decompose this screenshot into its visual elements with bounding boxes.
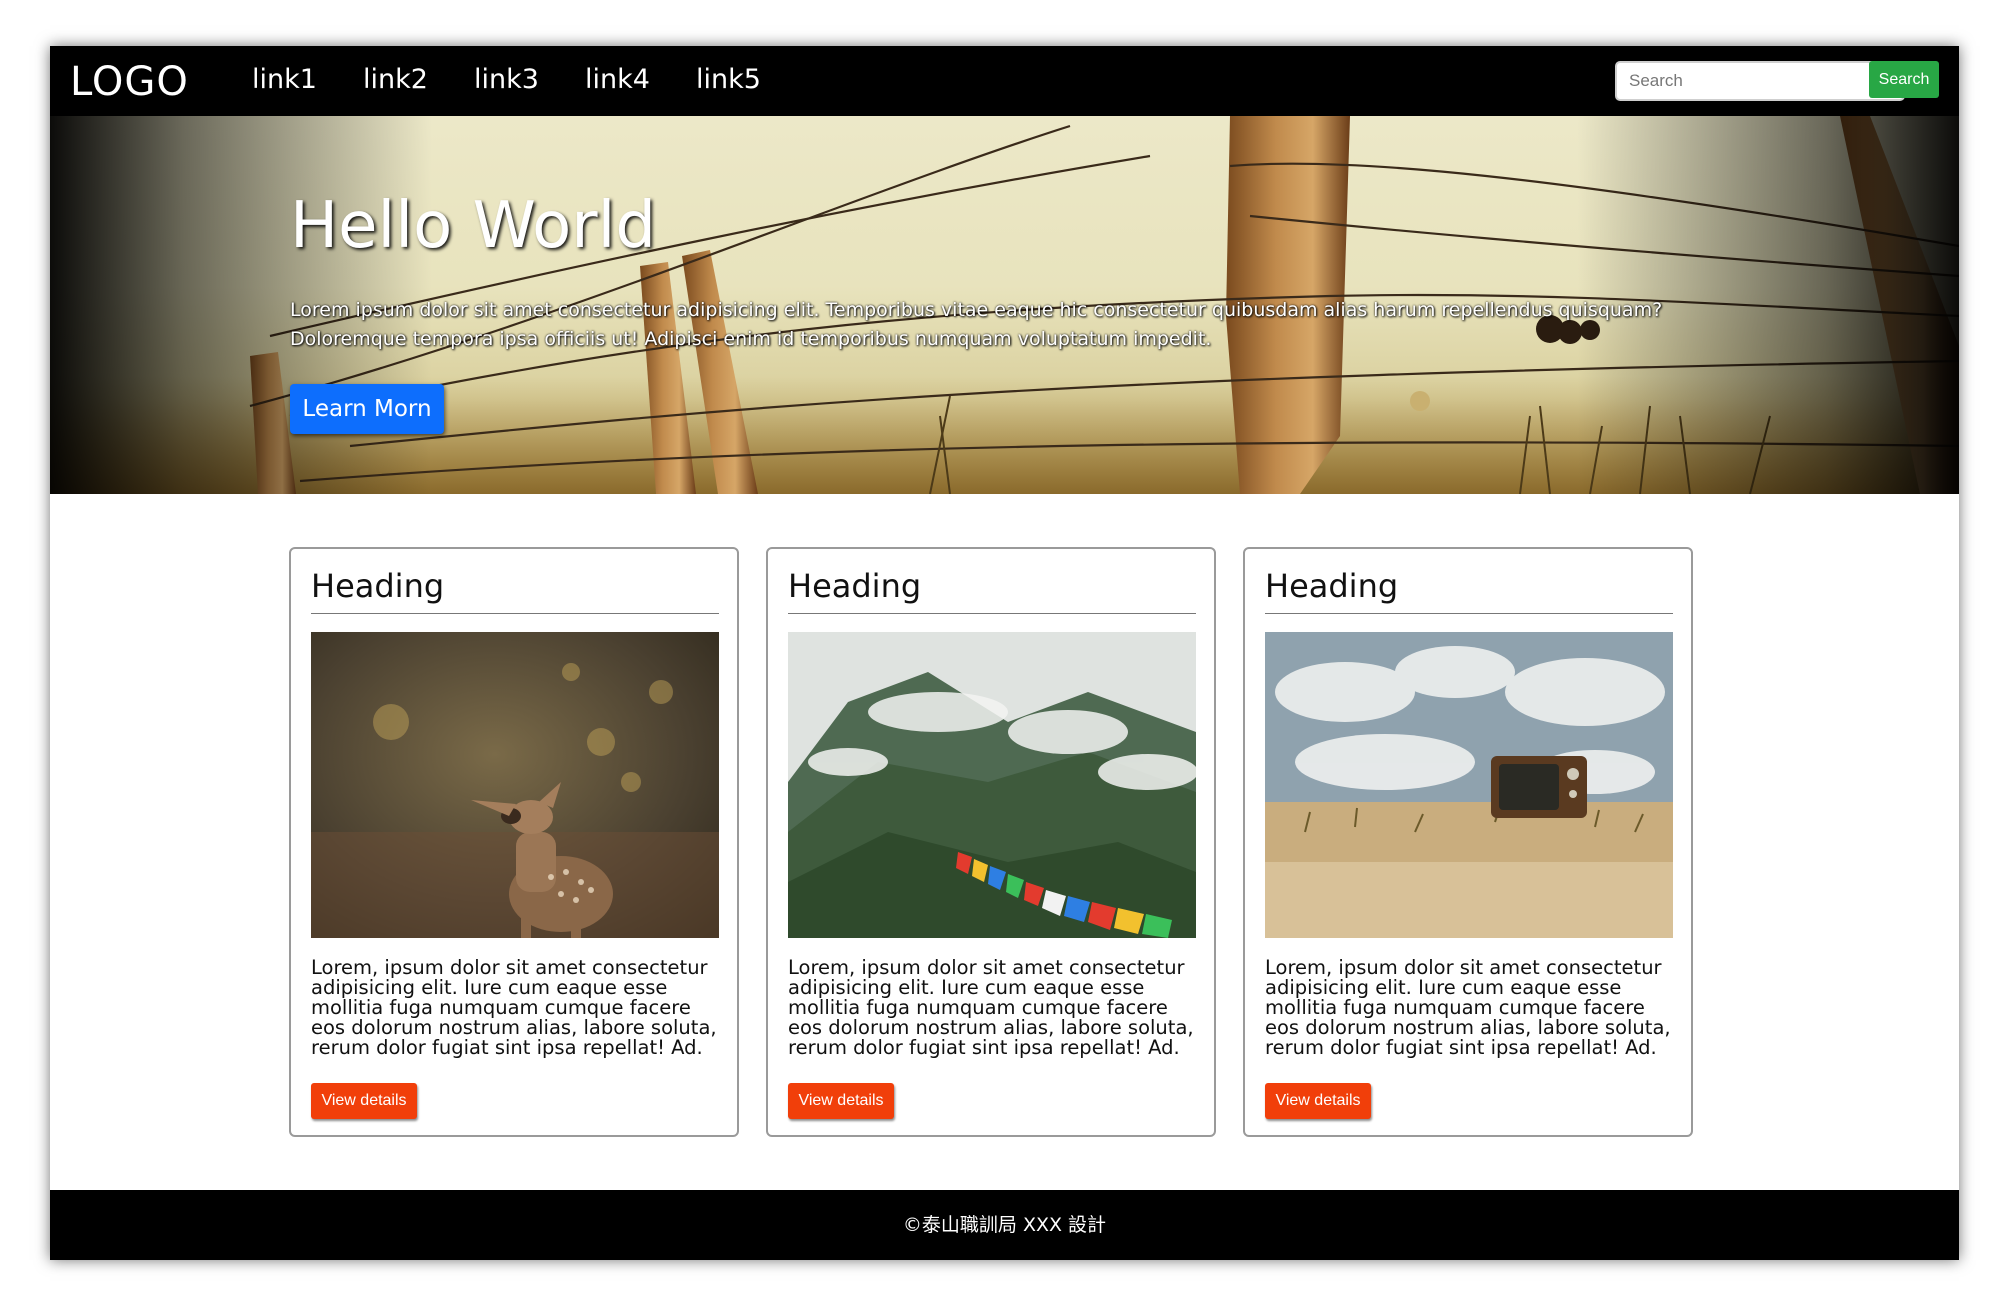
nav-link-4[interactable]: link4 [585,62,696,98]
search-input[interactable] [1615,61,1905,101]
card-heading: Heading [788,565,1196,614]
hero-banner: Hello World Lorem ipsum dolor sit amet c… [50,116,1959,494]
nav-link-1[interactable]: link1 [252,62,363,98]
card-2: Heading Lorem, ipsum dolor sit amet cons… [766,547,1216,1137]
search-button[interactable]: Search [1869,61,1939,98]
footer-copyright: ©泰山職訓局 XXX 設計 [902,1214,1107,1236]
card-text: Lorem, ipsum dolor sit amet consectetur … [788,956,1194,1059]
card-image-mountains [788,632,1196,938]
card-1: Heading Lorem, ipsum dolor sit amet cons… [289,547,739,1137]
deer-photo [311,632,719,938]
logo[interactable]: LOGO [70,60,189,104]
card-text: Lorem, ipsum dolor sit amet consectetur … [311,956,717,1059]
nav-link-3[interactable]: link3 [474,62,585,98]
mountains-photo [788,632,1196,938]
nav-links: link1 link2 link3 link4 link5 [252,62,807,98]
view-details-button[interactable]: View details [788,1083,894,1119]
nav-link-5[interactable]: link5 [696,62,807,98]
hero-title: Hello World [290,189,656,263]
tv-on-sand-photo [1265,632,1673,938]
cards-section: Heading Lorem, ipsum dolor sit amet cons… [289,547,1693,1137]
card-text: Lorem, ipsum dolor sit amet consectetur … [1265,956,1671,1059]
view-details-button[interactable]: View details [1265,1083,1371,1119]
navbar: LOGO link1 link2 link3 link4 link5 Searc… [50,46,1959,116]
card-heading: Heading [311,565,719,614]
page: LOGO link1 link2 link3 link4 link5 Searc… [50,46,1959,1260]
learn-more-button[interactable]: Learn Morn [290,384,444,434]
hero-text: Lorem ipsum dolor sit amet consectetur a… [290,299,1663,350]
nav-link-2[interactable]: link2 [363,62,474,98]
card-image-deer [311,632,719,938]
footer: ©泰山職訓局 XXX 設計 [50,1190,1959,1260]
card-image-tv [1265,632,1673,938]
card-3: Heading Lorem, ipsum dolor sit amet cons… [1243,547,1693,1137]
card-heading: Heading [1265,565,1673,614]
view-details-button[interactable]: View details [311,1083,417,1119]
